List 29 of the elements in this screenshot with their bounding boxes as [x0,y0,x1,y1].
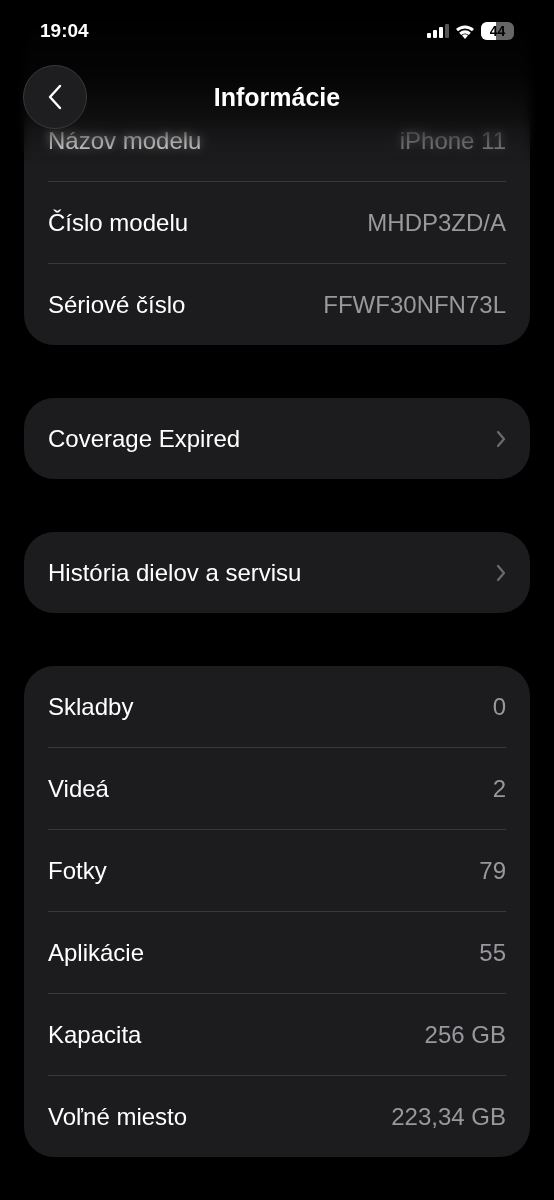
row-label: História dielov a servisu [48,558,302,587]
chevron-left-icon [48,84,62,110]
row-value: 2 [492,774,506,803]
page-title: Informácie [213,82,341,112]
status-time: 19:04 [40,20,89,42]
wifi-icon [455,23,475,39]
row-value: 55 [479,938,506,967]
row-label: Číslo modelu [48,208,189,237]
row-label: Voľné miesto [48,1102,188,1131]
row-label: Sériové číslo [48,290,186,319]
row-label: Názov modelu [48,126,202,155]
chevron-icon [496,563,506,582]
row-value: FFWF30NFN73L [323,290,506,319]
row-value: 223,34 GB [391,1102,506,1131]
row-label: Coverage Expired [48,424,241,453]
row-label: Fotky [48,856,107,885]
chevron-icon [496,429,506,448]
row-value: 256 GB [424,1020,506,1049]
settings-row[interactable]: História dielov a servisu [48,532,506,613]
row-label: Videá [48,774,109,803]
settings-row[interactable]: Coverage Expired [48,398,506,479]
row-label: Skladby [48,692,134,721]
row-value: 0 [492,692,506,721]
row-label: Aplikácie [48,938,145,967]
row-value: MHDP3ZD/A [367,208,506,237]
row-label: Kapacita [48,1020,142,1049]
row-value: iPhone 11 [399,126,506,155]
signal-icon [427,24,449,38]
row-value: 79 [479,856,506,885]
